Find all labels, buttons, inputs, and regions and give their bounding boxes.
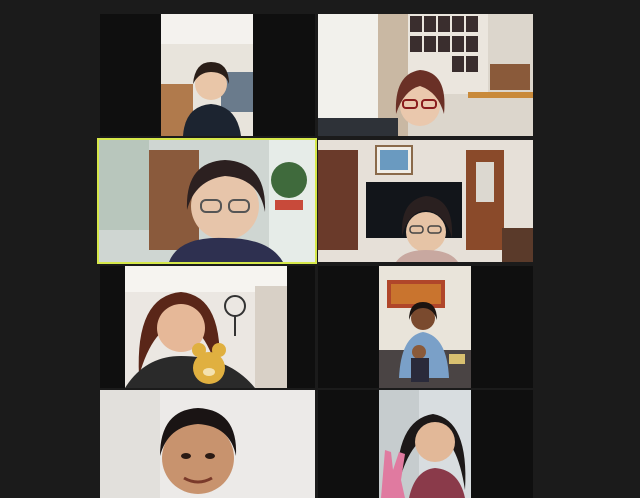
participant-tile-1[interactable] <box>100 14 315 136</box>
participant-tile-4[interactable] <box>318 140 533 262</box>
participant-video-6 <box>379 266 471 388</box>
participant-tile-5[interactable] <box>100 266 315 388</box>
participant-tile-3[interactable] <box>97 138 317 264</box>
participant-tile-6[interactable] <box>318 266 533 388</box>
participant-video-8 <box>379 390 471 498</box>
participant-video-7 <box>100 390 315 498</box>
participant-video-2 <box>318 14 533 136</box>
participant-video-5 <box>125 266 287 388</box>
participant-tile-8[interactable] <box>318 390 533 498</box>
participant-video-4 <box>318 140 533 262</box>
video-gallery <box>0 0 640 498</box>
participant-video-1 <box>161 14 253 136</box>
participant-tile-7[interactable] <box>100 390 315 498</box>
participant-tile-2[interactable] <box>318 14 533 136</box>
participant-video-3 <box>99 140 315 262</box>
